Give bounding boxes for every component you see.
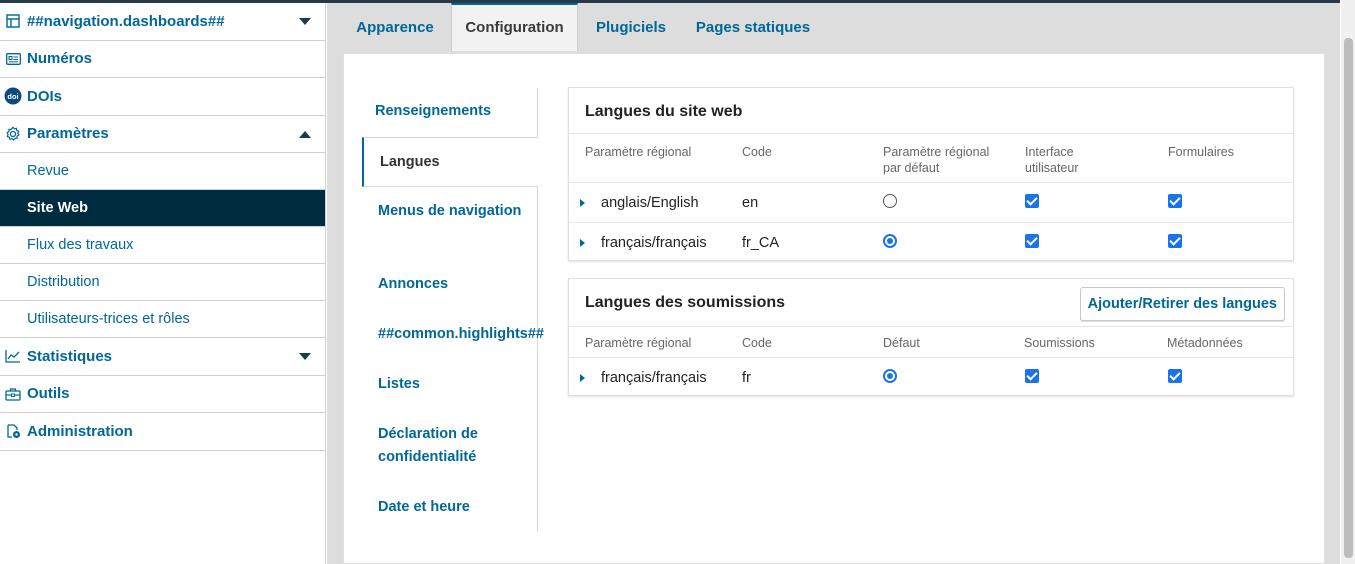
nav-dashboards[interactable]: ##navigation.dashboards##: [0, 3, 325, 41]
subtab-lists[interactable]: Listes: [362, 373, 538, 395]
site-languages-card: Langues du site web Paramètre régional C…: [568, 87, 1294, 261]
row-locale: français/français: [601, 235, 707, 251]
chevron-down-icon: [299, 18, 311, 26]
tab-appearance[interactable]: Apparence: [345, 3, 445, 51]
default-locale-radio[interactable]: [883, 369, 897, 383]
subtab-languages[interactable]: Langues: [362, 137, 539, 187]
nav-administration[interactable]: Administration: [0, 413, 325, 451]
row-code: en: [742, 195, 759, 211]
default-locale-radio[interactable]: [883, 234, 897, 248]
submission-languages-header: Paramètre régional Code Défaut Soumissio…: [569, 326, 1293, 358]
row-code: fr_CA: [742, 235, 780, 251]
header-default: Défaut: [883, 336, 920, 350]
nav-dashboards-label: ##navigation.dashboards##: [27, 12, 225, 30]
table-row: anglais/English en: [569, 183, 1293, 223]
gear-icon: [4, 125, 22, 143]
nav-settings-label: Paramètres: [27, 125, 109, 143]
nav-sub-journal[interactable]: Revue: [0, 153, 325, 190]
subtab-announcements[interactable]: Annonces: [362, 273, 538, 295]
doi-icon: doi: [4, 87, 22, 105]
site-languages-header: Paramètre régional Code Paramètre région…: [569, 133, 1293, 183]
site-languages-title: Langues du site web: [585, 103, 743, 120]
header-metadata: Métadonnées: [1167, 336, 1243, 350]
default-locale-radio[interactable]: [883, 194, 897, 208]
subtab-list: Renseignements Langues Menus de navigati…: [362, 88, 544, 532]
nav-sub-workflow[interactable]: Flux des travaux: [0, 227, 325, 264]
row-locale: français/français: [601, 370, 707, 386]
sidebar: ##navigation.dashboards## Numéros doi DO…: [0, 3, 326, 564]
chevron-down-icon: [299, 353, 311, 361]
expand-row-icon[interactable]: [580, 199, 585, 207]
header-forms: Formulaires: [1168, 145, 1234, 159]
header-locale: Paramètre régional: [585, 336, 692, 350]
subtab-highlights[interactable]: ##common.highlights##: [362, 323, 562, 345]
table-row: français/français fr: [569, 358, 1293, 398]
main-area: Apparence Configuration Plugiciels Pages…: [327, 3, 1340, 564]
dashboard-icon: [4, 12, 22, 30]
header-locale: Paramètre régional: [585, 145, 692, 159]
tab-static-pages[interactable]: Pages statiques: [687, 3, 819, 51]
forms-checkbox[interactable]: [1168, 234, 1182, 248]
subtab-date-time[interactable]: Date et heure: [362, 496, 538, 518]
ui-checkbox[interactable]: [1025, 194, 1039, 208]
ui-checkbox[interactable]: [1025, 234, 1039, 248]
nav-statistics-label: Statistiques: [27, 347, 113, 365]
header-default-locale: Paramètre régional par défaut: [883, 145, 990, 175]
row-code: fr: [742, 370, 751, 386]
settings-panel: Renseignements Langues Menus de navigati…: [343, 53, 1325, 564]
submissions-checkbox[interactable]: [1025, 369, 1039, 383]
header-code: Code: [742, 336, 772, 350]
svg-text:doi: doi: [7, 92, 18, 101]
nav-administration-label: Administration: [27, 422, 133, 440]
nav-dois[interactable]: doi DOIs: [0, 78, 325, 116]
metadata-checkbox[interactable]: [1168, 369, 1182, 383]
nav-sub-website[interactable]: Site Web: [0, 190, 325, 227]
submission-languages-card: Langues des soumissions Ajouter/Retirer …: [568, 278, 1294, 396]
chevron-up-icon: [299, 130, 311, 138]
nav-issues-label: Numéros: [27, 50, 93, 68]
expand-row-icon[interactable]: [580, 374, 585, 382]
nav-tools-label: Outils: [27, 385, 70, 403]
nav-tools[interactable]: Outils: [0, 376, 325, 413]
row-locale: anglais/English: [601, 195, 699, 211]
nav-sub-distribution[interactable]: Distribution: [0, 264, 325, 301]
toolbox-icon: [4, 385, 22, 403]
submission-languages-title: Langues des soumissions: [585, 294, 786, 311]
add-remove-languages-button[interactable]: Ajouter/Retirer des langues: [1079, 287, 1285, 321]
header-ui: Interface utilisateur: [1025, 145, 1079, 175]
forms-checkbox[interactable]: [1168, 194, 1182, 208]
header-submissions: Soumissions: [1024, 336, 1095, 350]
subtab-privacy-statement[interactable]: Déclaration de confidentialité: [362, 423, 512, 469]
nav-sub-users-roles[interactable]: Utilisateurs-trices et rôles: [0, 301, 325, 338]
chart-line-icon: [4, 347, 22, 365]
nav-settings[interactable]: Paramètres: [0, 116, 325, 153]
subtab-navigation-menus[interactable]: Menus de navigation: [362, 200, 522, 222]
header-code: Code: [742, 145, 772, 159]
admin-icon: [4, 422, 22, 440]
scrollbar-thumb[interactable]: [1344, 38, 1353, 558]
nav-dois-label: DOIs: [27, 87, 63, 105]
tab-bar: Apparence Configuration Plugiciels Pages…: [327, 3, 1340, 51]
tab-configuration[interactable]: Configuration: [451, 3, 578, 51]
tab-plugins[interactable]: Plugiciels: [585, 3, 677, 51]
issues-icon: [4, 50, 22, 68]
table-row: français/français fr_CA: [569, 223, 1293, 263]
nav-statistics[interactable]: Statistiques: [0, 338, 325, 376]
expand-row-icon[interactable]: [580, 239, 585, 247]
subtab-information[interactable]: Renseignements: [362, 100, 538, 122]
nav-issues[interactable]: Numéros: [0, 41, 325, 78]
